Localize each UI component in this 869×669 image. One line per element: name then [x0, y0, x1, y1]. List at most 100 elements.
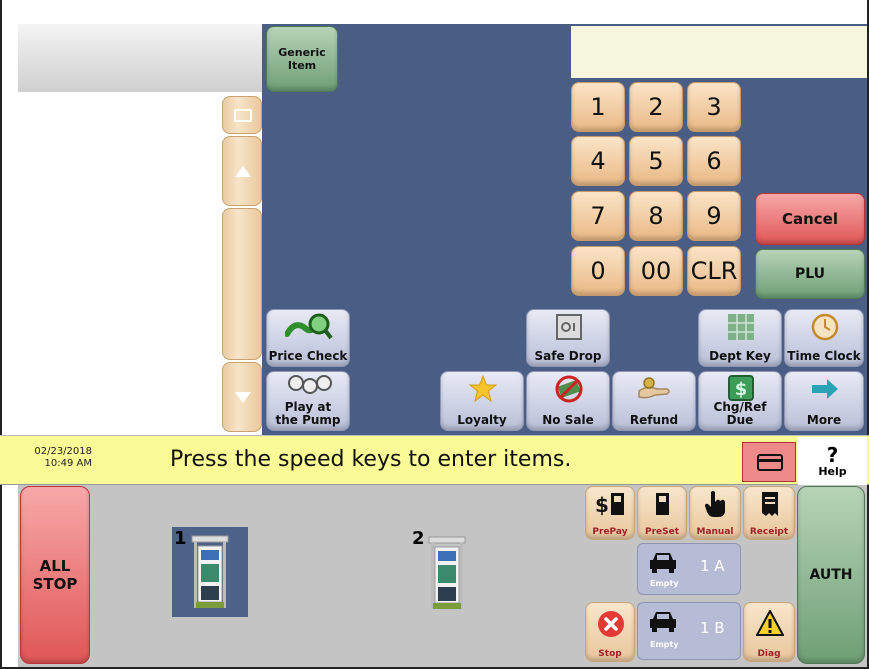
key-00[interactable]: 00 — [629, 246, 683, 296]
card-icon — [757, 454, 783, 471]
date-time: 02/23/2018 10:49 AM — [20, 446, 92, 470]
auth-button[interactable]: AUTH — [797, 486, 865, 664]
chg-ref-due-label: Chg/Ref Due — [713, 400, 767, 427]
key-8[interactable]: 8 — [629, 191, 683, 241]
date-text: 02/23/2018 — [34, 446, 92, 457]
prepay-label: PrePay — [592, 527, 628, 537]
dept-key-button[interactable]: Dept Key — [698, 309, 782, 367]
manual-label: Manual — [696, 527, 734, 537]
svg-text:$: $ — [595, 493, 609, 517]
key-label: 4 — [590, 147, 606, 175]
loyalty-button[interactable]: Loyalty — [440, 371, 524, 431]
no-money-icon — [555, 375, 583, 403]
key-label: CLR — [690, 257, 738, 285]
scroll-down-button[interactable] — [222, 362, 262, 432]
more-button[interactable]: More — [784, 371, 864, 431]
key-clr[interactable]: CLR — [687, 246, 741, 296]
key-0[interactable]: 0 — [571, 246, 625, 296]
key-label: 3 — [706, 93, 722, 121]
refund-button[interactable]: Refund — [612, 371, 696, 431]
generic-item-label: Generic Item — [278, 46, 326, 72]
diag-label: Diag — [757, 649, 781, 659]
help-button[interactable]: ? Help — [798, 437, 867, 485]
loyalty-label: Loyalty — [457, 413, 507, 427]
all-stop-button[interactable]: ALL STOP — [20, 486, 90, 664]
pump-icon — [656, 493, 669, 515]
star-icon — [469, 375, 497, 403]
more-label: More — [806, 413, 842, 427]
key-2[interactable]: 2 — [629, 82, 683, 132]
manual-button[interactable]: Manual — [689, 486, 741, 540]
stop-icon — [598, 611, 624, 637]
key-7[interactable]: 7 — [571, 191, 625, 241]
help-label: Help — [818, 464, 847, 478]
chg-ref-due-button[interactable]: $ Chg/Ref Due — [698, 371, 782, 431]
fuel-pump-2-icon[interactable] — [427, 535, 467, 611]
balls-icon — [288, 375, 332, 394]
price-check-label: Price Check — [268, 349, 348, 363]
svg-text:$: $ — [735, 379, 748, 400]
stop-label: Stop — [598, 649, 622, 659]
stop-button[interactable]: Stop — [585, 602, 635, 662]
key-1[interactable]: 1 — [571, 82, 625, 132]
key-5[interactable]: 5 — [629, 136, 683, 186]
safe-drop-label: Safe Drop — [534, 349, 602, 363]
key-label: 1 — [590, 93, 606, 121]
preset-label: PreSet — [644, 527, 680, 537]
grid-icon — [728, 314, 754, 340]
plu-button[interactable]: PLU — [755, 249, 865, 299]
no-sale-button[interactable]: No Sale — [526, 371, 610, 431]
lane-1a-id: 1 A — [700, 557, 725, 575]
pump-2-number: 2 — [412, 528, 425, 549]
all-stop-label: ALL STOP — [32, 557, 78, 593]
diag-button[interactable]: Diag — [743, 602, 795, 662]
fuel-pump-1-icon — [191, 535, 229, 608]
dept-key-label: Dept Key — [709, 349, 771, 363]
key-9[interactable]: 9 — [687, 191, 741, 241]
play-at-pump-button[interactable]: Play at the Pump — [266, 371, 350, 431]
generic-item-button[interactable]: Generic Item — [266, 26, 338, 92]
receipt-label: Receipt — [749, 527, 789, 537]
price-check-button[interactable]: Price Check — [266, 309, 350, 367]
entry-display — [571, 26, 867, 78]
auth-label: AUTH — [809, 566, 853, 583]
arrow-right-icon — [812, 379, 838, 399]
clock-icon — [811, 313, 839, 341]
key-label: 00 — [640, 257, 672, 285]
receipt-icon — [762, 492, 778, 516]
card-reader-button[interactable] — [742, 442, 796, 482]
key-4[interactable]: 4 — [571, 136, 625, 186]
car-icon — [650, 553, 676, 573]
time-clock-button[interactable]: Time Clock — [784, 309, 864, 367]
receipt-button[interactable]: Receipt — [743, 486, 795, 540]
scroll-track[interactable] — [222, 208, 262, 360]
price-check-icon — [285, 313, 333, 340]
hand-icon — [705, 491, 725, 517]
key-3[interactable]: 3 — [687, 82, 741, 132]
car-icon — [650, 612, 676, 632]
key-label: 5 — [648, 147, 664, 175]
lane-1a[interactable]: Empty 1 A — [637, 543, 741, 595]
dollar-bill-icon: $ — [728, 375, 754, 401]
square-icon — [234, 109, 252, 122]
cancel-button[interactable]: Cancel — [755, 193, 865, 245]
plu-label: PLU — [794, 265, 826, 282]
key-label: 6 — [706, 147, 722, 175]
scroll-home-button[interactable] — [222, 96, 262, 134]
prepay-icon: $ — [595, 493, 624, 517]
key-label: 7 — [590, 202, 606, 230]
arrow-down-icon — [235, 392, 251, 403]
scroll-up-button[interactable] — [222, 136, 262, 206]
receipt-header — [18, 24, 262, 92]
lane-1b[interactable]: Empty 1 B — [637, 602, 741, 660]
lane-1b-id: 1 B — [700, 619, 725, 637]
preset-button[interactable]: PreSet — [637, 486, 687, 540]
key-6[interactable]: 6 — [687, 136, 741, 186]
prepay-button[interactable]: $ PrePay — [585, 486, 635, 540]
status-message: Press the speed keys to enter items. — [170, 447, 572, 472]
lane-1b-status: Empty — [650, 640, 679, 649]
hand-coin-icon — [638, 377, 670, 399]
help-icon: ? — [826, 442, 839, 467]
safe-drop-button[interactable]: Safe Drop — [526, 309, 610, 367]
key-label: 9 — [706, 202, 722, 230]
